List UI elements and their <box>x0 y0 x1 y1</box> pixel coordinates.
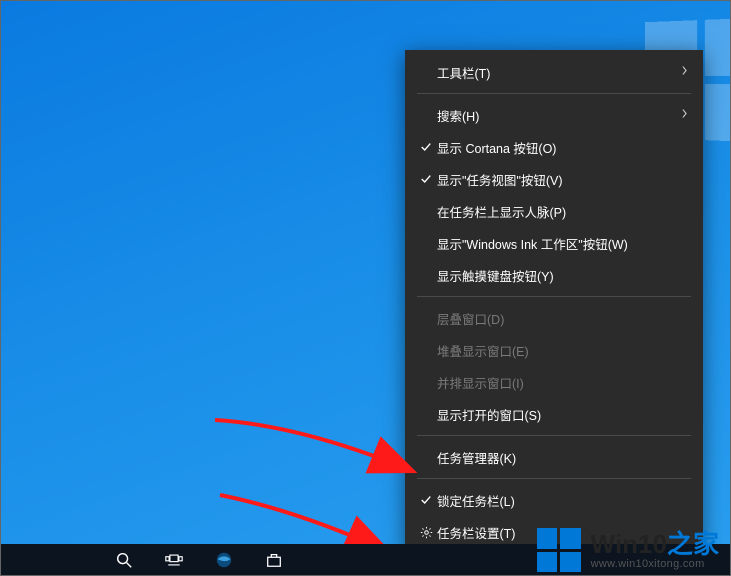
menu-label: 堆叠显示窗口(E) <box>437 341 689 360</box>
menu-separator <box>417 296 691 297</box>
menu-toolbars[interactable]: 工具栏(T) <box>405 56 703 88</box>
annotation-arrow <box>210 415 420 495</box>
menu-sidebyside-windows[interactable]: 并排显示窗口(I) <box>405 366 703 398</box>
menu-label: 任务管理器(K) <box>437 448 689 467</box>
menu-show-open-windows[interactable]: 显示打开的窗口(S) <box>405 398 703 430</box>
menu-label: 显示"Windows Ink 工作区"按钮(W) <box>437 234 689 253</box>
taskbar-store-button[interactable] <box>250 544 298 576</box>
taskbar-edge-button[interactable] <box>200 544 248 576</box>
menu-label: 显示触摸键盘按钮(Y) <box>437 266 689 285</box>
menu-label: 显示打开的窗口(S) <box>437 405 689 424</box>
menu-label: 显示"任务视图"按钮(V) <box>437 170 689 189</box>
store-icon <box>265 551 283 569</box>
menu-task-manager[interactable]: 任务管理器(K) <box>405 441 703 473</box>
taskbar-search-button[interactable] <box>100 544 148 576</box>
menu-show-taskview[interactable]: 显示"任务视图"按钮(V) <box>405 163 703 195</box>
chevron-right-icon <box>680 108 689 122</box>
menu-show-people[interactable]: 在任务栏上显示人脉(P) <box>405 195 703 227</box>
watermark-brand: Win10 <box>591 529 667 559</box>
menu-show-cortana[interactable]: 显示 Cortana 按钮(O) <box>405 131 703 163</box>
watermark-url: www.win10xitong.com <box>591 558 719 570</box>
watermark-brand-accent: 之家 <box>667 529 719 559</box>
menu-label: 搜索(H) <box>437 106 680 125</box>
menu-label: 并排显示窗口(I) <box>437 373 689 392</box>
menu-separator <box>417 435 691 436</box>
taskbar-context-menu: 工具栏(T) 搜索(H) 显示 Cortana 按钮(O) 显示"任务视图"按钮… <box>405 50 703 554</box>
menu-show-ink[interactable]: 显示"Windows Ink 工作区"按钮(W) <box>405 227 703 259</box>
menu-label: 显示 Cortana 按钮(O) <box>437 138 689 157</box>
edge-icon <box>215 551 233 569</box>
menu-separator <box>417 478 691 479</box>
menu-search[interactable]: 搜索(H) <box>405 99 703 131</box>
menu-lock-taskbar[interactable]: 锁定任务栏(L) <box>405 484 703 516</box>
search-icon <box>115 551 133 569</box>
gear-icon <box>415 526 437 539</box>
checkmark-icon <box>415 173 437 185</box>
taskbar-taskview-button[interactable] <box>150 544 198 576</box>
taskview-icon <box>165 551 183 569</box>
windows-logo-icon <box>537 528 581 572</box>
chevron-right-icon <box>680 65 689 79</box>
menu-label: 在任务栏上显示人脉(P) <box>437 202 689 221</box>
watermark: Win10之家 www.win10xitong.com <box>537 528 719 572</box>
menu-label: 工具栏(T) <box>437 63 680 82</box>
desktop[interactable]: 工具栏(T) 搜索(H) 显示 Cortana 按钮(O) 显示"任务视图"按钮… <box>0 0 731 576</box>
menu-separator <box>417 93 691 94</box>
watermark-title: Win10之家 <box>591 530 719 559</box>
menu-cascade-windows[interactable]: 层叠窗口(D) <box>405 302 703 334</box>
menu-stacked-windows[interactable]: 堆叠显示窗口(E) <box>405 334 703 366</box>
menu-label: 锁定任务栏(L) <box>437 491 689 510</box>
checkmark-icon <box>415 494 437 506</box>
menu-label: 层叠窗口(D) <box>437 309 689 328</box>
checkmark-icon <box>415 141 437 153</box>
menu-show-touch-keyboard[interactable]: 显示触摸键盘按钮(Y) <box>405 259 703 291</box>
